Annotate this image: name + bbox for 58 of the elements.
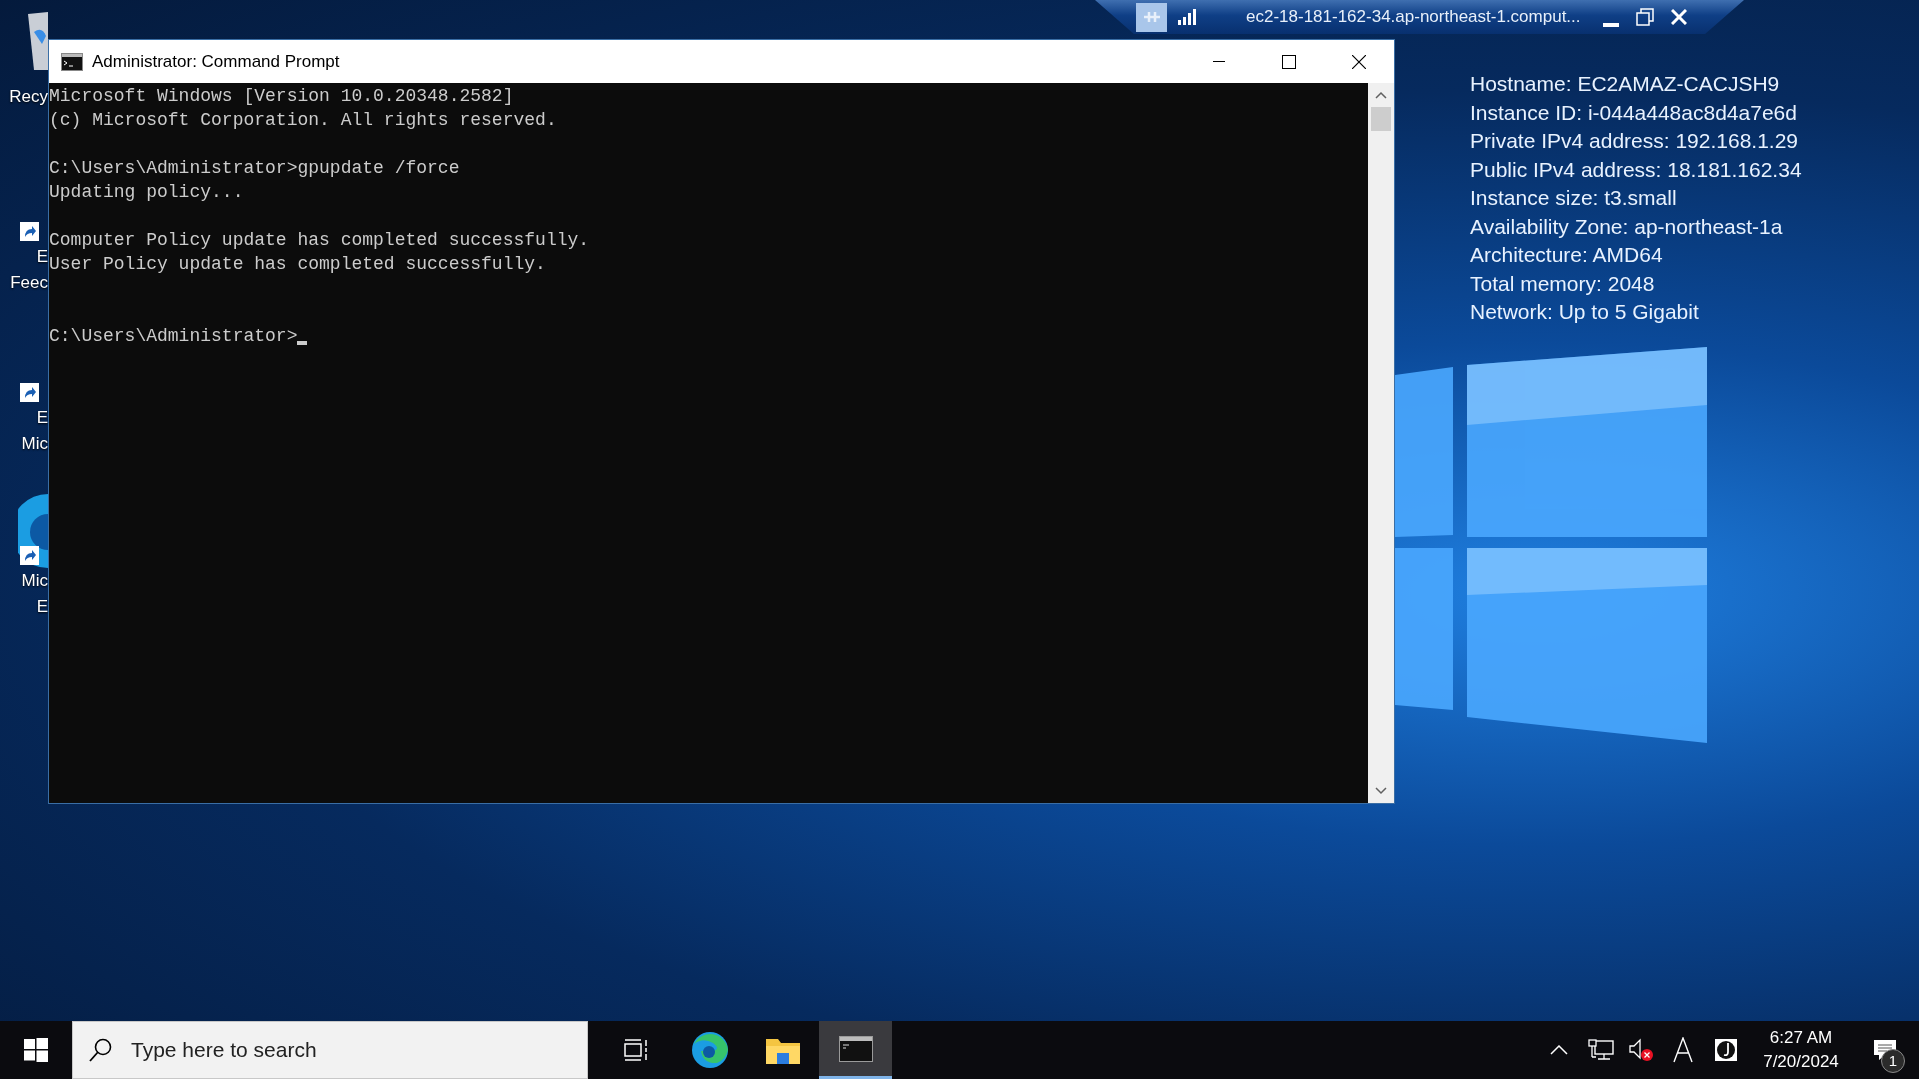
close-icon <box>1670 9 1687 25</box>
pin-icon <box>1142 11 1161 23</box>
app-tray-icon[interactable] <box>1715 1039 1737 1061</box>
instance-info-text: Instance size: t3.small <box>1470 185 1678 211</box>
maximize-icon <box>1282 54 1296 69</box>
vertical-scrollbar[interactable] <box>1368 83 1394 803</box>
console-prompt: C:\Users\Administrator> <box>49 325 298 348</box>
desktop-icon-label[interactable]: E <box>36 596 48 618</box>
input-language-icon[interactable] <box>1673 1037 1693 1063</box>
network-icon[interactable] <box>1588 1039 1614 1061</box>
console-line: Microsoft Windows [Version 10.0.20348.2582] <box>49 85 515 108</box>
remote-host-title: ec2-18-181-162-34.ap-northeast-1.comput... <box>1246 6 1581 29</box>
desktop-icon-label[interactable]: Mic <box>21 570 48 592</box>
window-title: Administrator: Command Prompt <box>92 50 340 73</box>
desktop-icon-label[interactable]: Recy <box>9 86 48 108</box>
instance-info-text: Availability Zone: ap-northeast-1a <box>1470 213 1784 240</box>
chevron-up-icon[interactable] <box>1550 1045 1568 1055</box>
windows-start-icon <box>24 1038 48 1062</box>
instance-info-text: Public IPv4 address: 18.181.162.34 <box>1470 156 1802 183</box>
console-line: User Policy update has completed successfully. <box>49 253 547 276</box>
instance-info-text: Hostname: EC2AMAZ-CACJSH9 <box>1470 71 1781 97</box>
minimize-icon <box>1602 23 1619 27</box>
notification-center-button[interactable]: 1 <box>1865 1021 1905 1079</box>
desktop-icon-label[interactable]: E <box>36 407 48 429</box>
instance-info-text: Instance ID: i-044a448ac8d4a7e6d <box>1470 99 1798 126</box>
search-field[interactable]: Type here to search <box>72 1021 588 1079</box>
desktop-icon-label[interactable]: Mic <box>21 433 48 455</box>
task-view-icon <box>623 1039 650 1061</box>
instance-info-text: Network: Up to 5 Gigabit <box>1470 299 1700 325</box>
console-app-icon <box>61 52 83 71</box>
instance-info-text: Private IPv4 address: 192.168.1.29 <box>1470 128 1800 154</box>
close-button[interactable] <box>1668 7 1689 27</box>
edge-browser-icon <box>690 1031 729 1069</box>
restore-icon <box>1635 8 1654 26</box>
text-cursor <box>297 341 308 345</box>
instance-info-text: Architecture: AMD64 <box>1470 242 1664 268</box>
console-line: C:\Users\Administrator>gpupdate /force <box>49 157 461 180</box>
desktop-icon-label[interactable]: E <box>36 246 48 268</box>
search-icon <box>89 1038 113 1062</box>
console-app-icon <box>838 1035 873 1062</box>
instance-info-text: Total memory: 2048 <box>1470 270 1656 297</box>
console-line: (c) Microsoft Corporation. All rights reserved. <box>49 109 558 132</box>
pin-button[interactable] <box>1136 2 1167 32</box>
restore-button[interactable] <box>1634 7 1655 27</box>
volume-muted-icon[interactable] <box>1629 1038 1655 1062</box>
signal-strength-icon <box>1178 9 1198 25</box>
minimize-icon <box>1213 61 1225 62</box>
clock-date: 7/20/2024 <box>1763 1051 1839 1073</box>
console-line: Computer Policy update has completed successfully. <box>49 229 591 252</box>
close-icon <box>1352 54 1366 69</box>
desktop-icon-label[interactable]: Feec <box>10 272 48 294</box>
notification-count-badge: 1 <box>1881 1049 1905 1073</box>
taskbar-app-button[interactable] <box>819 1021 892 1079</box>
folder-icon <box>765 1036 800 1064</box>
clock-time: 6:27 AM <box>1769 1027 1833 1049</box>
console-line: Updating policy... <box>49 181 245 204</box>
clock[interactable]: 6:27 AM 7/20/2024 <box>1757 1026 1845 1074</box>
scrollbar-thumb[interactable] <box>1371 107 1391 131</box>
